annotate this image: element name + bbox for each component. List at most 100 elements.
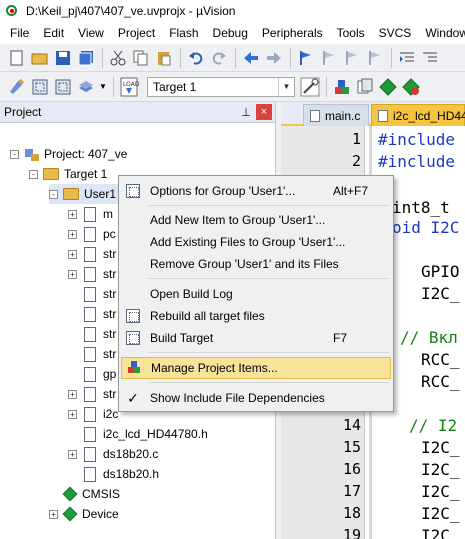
menu-tools[interactable]: Tools: [330, 22, 372, 44]
pack-installer-icon[interactable]: [377, 76, 399, 98]
target-select[interactable]: Target 1 ▼: [147, 76, 295, 97]
paste-icon[interactable]: [153, 47, 175, 69]
expand-toggle-icon[interactable]: +: [68, 209, 77, 219]
menu-item-manage-project-items[interactable]: Manage Project Items...: [121, 357, 391, 379]
device-component-icon: [62, 506, 78, 522]
options-icon: [121, 180, 145, 202]
menu-item-add-existing-files[interactable]: Add Existing Files to Group 'User1'...: [121, 231, 391, 253]
save-icon[interactable]: [52, 47, 74, 69]
build-icon[interactable]: [29, 76, 51, 98]
manage-project-items-icon[interactable]: [331, 76, 353, 98]
clear-bookmarks-icon[interactable]: [364, 47, 386, 69]
expand-toggle-icon[interactable]: +: [68, 449, 77, 459]
menu-file[interactable]: File: [3, 22, 36, 44]
save-all-icon[interactable]: [75, 47, 97, 69]
line-number: 2: [351, 152, 361, 170]
file-icon: [84, 306, 96, 322]
prev-bookmark-icon[interactable]: [318, 47, 340, 69]
navigate-forward-icon[interactable]: [263, 47, 285, 69]
menu-item-build-target[interactable]: Build Target F7: [121, 327, 391, 349]
tree-row-file[interactable]: + i2c: [68, 404, 118, 424]
tree-row-file[interactable]: ds18b20.h: [68, 464, 159, 484]
tree-row-file[interactable]: + ds18b20.c: [68, 444, 158, 464]
menu-item-remove-group[interactable]: Remove Group 'User1' and its Files: [121, 253, 391, 275]
menu-peripherals[interactable]: Peripherals: [255, 22, 330, 44]
open-folder-icon[interactable]: [29, 47, 51, 69]
expand-toggle-icon[interactable]: +: [68, 389, 77, 399]
code-line: // I2: [409, 416, 458, 435]
menu-view[interactable]: View: [71, 22, 111, 44]
next-bookmark-icon[interactable]: [341, 47, 363, 69]
tree-row-file[interactable]: + str: [68, 384, 116, 404]
tab-i2c-lcd[interactable]: i2c_lcd_HD44: [371, 104, 465, 126]
expand-toggle-icon[interactable]: +: [68, 249, 77, 259]
tree-row-target[interactable]: - Target 1: [29, 164, 107, 184]
tree-row-file[interactable]: + pc: [68, 224, 116, 244]
navigate-back-icon[interactable]: [240, 47, 262, 69]
close-icon[interactable]: ×: [256, 104, 272, 120]
menu-project[interactable]: Project: [111, 22, 162, 44]
load-download-icon[interactable]: LOAD: [118, 76, 140, 98]
menu-edit[interactable]: Edit: [36, 22, 71, 44]
unindent-icon[interactable]: [419, 47, 441, 69]
collapse-toggle-icon[interactable]: -: [10, 149, 19, 159]
dropdown-arrow-icon[interactable]: ▼: [98, 76, 108, 98]
toolbar-separator: [180, 47, 181, 68]
rebuild-icon: [121, 305, 145, 327]
target-options-icon[interactable]: [299, 76, 321, 98]
chevron-down-icon[interactable]: ▼: [278, 77, 294, 96]
build-icon: [121, 327, 145, 349]
menu-debug[interactable]: Debug: [206, 22, 255, 44]
tree-row-project[interactable]: - Project: 407_ve: [10, 144, 127, 164]
redo-icon[interactable]: [208, 47, 230, 69]
code-line: RCC_: [421, 372, 460, 391]
tab-main-c[interactable]: main.c: [303, 104, 369, 126]
cut-icon[interactable]: [107, 47, 129, 69]
run-environment-icon[interactable]: [400, 76, 422, 98]
c-file-icon: [310, 109, 320, 122]
tree-row-file[interactable]: gp: [68, 364, 116, 384]
tree-row-file[interactable]: str: [68, 304, 116, 324]
copy-project-icon[interactable]: [354, 76, 376, 98]
tree-row-file[interactable]: str: [68, 284, 116, 304]
translate-icon[interactable]: [6, 76, 28, 98]
menu-item-options-for-group[interactable]: Options for Group 'User1'... Alt+F7: [121, 180, 391, 202]
expand-toggle-icon[interactable]: +: [49, 509, 58, 519]
expand-toggle-icon[interactable]: +: [68, 409, 77, 419]
tab-label: i2c_lcd_HD44: [393, 108, 465, 123]
tree-row-file[interactable]: str: [68, 324, 116, 344]
tree-row-label: User1: [84, 187, 117, 201]
collapse-toggle-icon[interactable]: -: [29, 169, 38, 179]
indent-icon[interactable]: [396, 47, 418, 69]
tree-row-file[interactable]: + str: [68, 244, 116, 264]
collapse-toggle-icon[interactable]: -: [49, 189, 58, 199]
batch-build-icon[interactable]: [75, 76, 97, 98]
menu-item-show-include-deps[interactable]: ✓ Show Include File Dependencies: [121, 387, 391, 409]
menu-item-add-new-item[interactable]: Add New Item to Group 'User1'...: [121, 209, 391, 231]
tree-row-file[interactable]: + str: [68, 264, 116, 284]
pin-icon[interactable]: ⊥: [238, 104, 254, 120]
line-number: 18: [342, 504, 361, 522]
menu-window[interactable]: Window: [418, 22, 465, 44]
tree-row-file[interactable]: + m: [68, 204, 113, 224]
undo-icon[interactable]: [185, 47, 207, 69]
expand-toggle-icon[interactable]: +: [68, 229, 77, 239]
tree-row-group-user1[interactable]: - User1: [49, 184, 129, 204]
tree-row-file[interactable]: i2c_lcd_HD44780.h: [68, 424, 208, 444]
menu-item-open-build-log[interactable]: Open Build Log: [121, 283, 391, 305]
menu-flash[interactable]: Flash: [162, 22, 205, 44]
copy-icon[interactable]: [130, 47, 152, 69]
expand-toggle-icon[interactable]: +: [68, 269, 77, 279]
bookmark-icon[interactable]: [295, 47, 317, 69]
code-line: int8_t: [392, 198, 450, 217]
tree-row-file[interactable]: str: [68, 344, 116, 364]
menu-svcs[interactable]: SVCS: [372, 22, 419, 44]
tree-row-device[interactable]: + Device: [49, 504, 119, 524]
file-icon: [84, 246, 96, 262]
manage-items-icon: [122, 357, 146, 379]
menu-item-rebuild-all[interactable]: Rebuild all target files: [121, 305, 391, 327]
file-icon: [84, 206, 96, 222]
tree-row-cmsis[interactable]: CMSIS: [49, 484, 120, 504]
rebuild-icon[interactable]: [52, 76, 74, 98]
new-file-icon[interactable]: [6, 47, 28, 69]
